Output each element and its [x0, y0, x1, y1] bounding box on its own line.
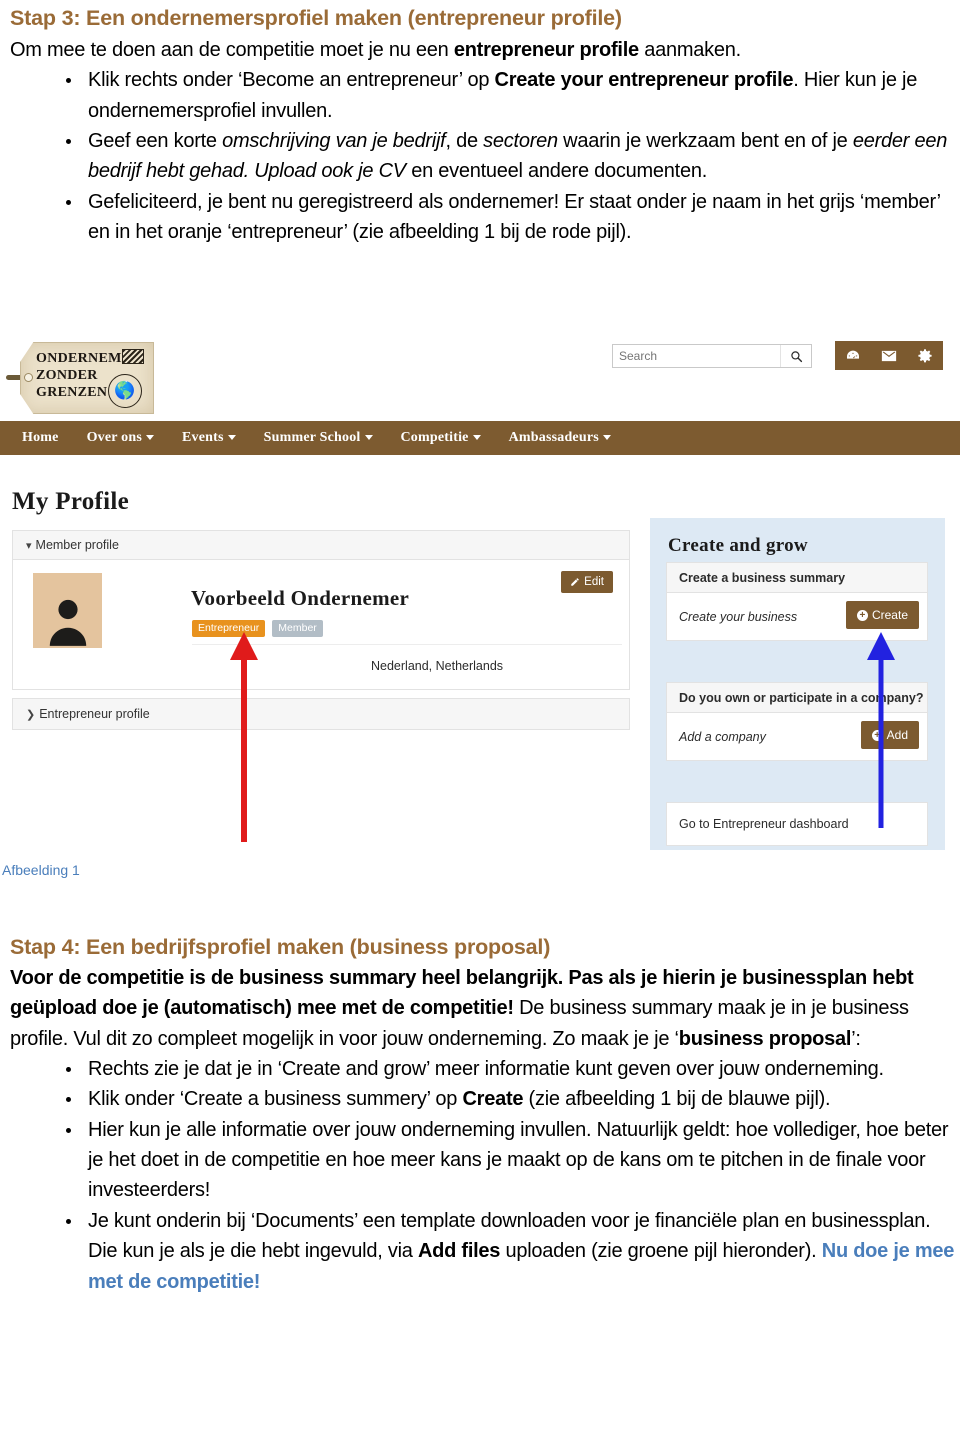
text-run-6: en eventueel andere documenten.: [405, 160, 708, 183]
website-screenshot: ONDERNEMEN ZONDER GRENZEN 🌎 Search Home …: [0, 330, 960, 850]
logo-photo-stamp-icon: [122, 349, 144, 364]
entrepreneur-profile-card[interactable]: ❯ Entrepreneur profile: [12, 698, 630, 730]
header-icon-bar: [835, 341, 943, 370]
text-run-2: , de: [445, 129, 484, 152]
page-title: My Profile: [12, 488, 130, 515]
list-item: Hier kun je alle informatie over jouw on…: [66, 1115, 955, 1206]
entrepreneur-profile-card-header[interactable]: ❯ Entrepreneur profile: [13, 699, 629, 729]
step3-heading: Stap 3: Een ondernemersprofiel maken (en…: [10, 6, 622, 30]
text-run-2: uploaden (zie groene pijl hieronder).: [500, 1240, 822, 1263]
member-location: Nederland, Netherlands: [371, 659, 504, 673]
chevron-down-icon: [145, 435, 154, 441]
avatar: [33, 573, 102, 648]
envelope-icon[interactable]: [881, 348, 897, 364]
text-run-2: business proposal: [678, 1027, 852, 1050]
step3-bullet-list: Klik rechts onder ‘Become an entrepreneu…: [10, 65, 955, 247]
text-run-0: Gefeliciteerd, je bent nu geregistreerd …: [88, 190, 941, 244]
list-item: Geef een korte omschrijving van je bedri…: [66, 126, 955, 187]
step3-intro-c: aanmaken.: [638, 38, 741, 61]
pencil-icon: [571, 578, 579, 586]
member-profile-card: ▾ Member profile Voorbeeld Ondernemer En…: [12, 530, 630, 690]
nav-item-home[interactable]: Home: [22, 430, 59, 446]
blue-arrow: [867, 632, 895, 828]
status-badge-member[interactable]: Member: [272, 620, 323, 637]
create-and-grow-title: Create and grow: [668, 535, 808, 556]
nav-item-summer-school[interactable]: Summer School: [264, 430, 373, 446]
gear-icon[interactable]: [917, 348, 933, 364]
user-silhouette-icon: [49, 599, 86, 646]
chevron-down-icon: [472, 435, 481, 441]
edit-button[interactable]: Edit: [561, 571, 613, 593]
text-run-1: Create your entrepreneur profile: [494, 69, 794, 92]
text-run-4: waarin je werkzaam bent en of je: [557, 129, 853, 152]
list-item: Rechts zie je dat je in ‘Create and grow…: [66, 1054, 955, 1084]
nav-item-over-ons[interactable]: Over ons: [87, 430, 154, 446]
chevron-down-icon: [602, 435, 611, 441]
globe-stamp-icon: 🌎: [108, 374, 142, 408]
nav-item-ambassadeurs[interactable]: Ambassadeurs: [509, 430, 611, 446]
list-item: Gefeliciteerd, je bent nu geregistreerd …: [66, 187, 955, 248]
chevron-down-icon: [227, 435, 236, 441]
dashboard-icon[interactable]: [845, 348, 861, 364]
site-logo[interactable]: ONDERNEMEN ZONDER GRENZEN 🌎: [6, 342, 154, 414]
figure-caption: Afbeelding 1: [2, 862, 80, 878]
step3-intro-bold: entrepreneur profile: [453, 38, 639, 61]
list-item: Klik onder ‘Create a business summery’ o…: [66, 1084, 955, 1114]
text-run-3: ’:: [851, 1027, 861, 1050]
search-input[interactable]: [613, 345, 781, 367]
step4-heading: Stap 4: Een bedrijfsprofiel maken (busin…: [10, 935, 551, 959]
chevron-down-icon: ▾: [26, 539, 32, 552]
text-run-1: omschrijving van je bedrijf: [222, 129, 446, 152]
text-run-0: Geef een korte: [88, 129, 223, 152]
member-profile-header-label: Member profile: [35, 538, 119, 552]
nav-item-label: Ambassadeurs: [508, 430, 599, 445]
search-button[interactable]: [780, 345, 811, 367]
red-arrow: [230, 632, 258, 842]
create-button[interactable]: + Create: [845, 601, 919, 629]
chevron-right-icon: ❯: [26, 708, 36, 721]
step4-intro: Voor de competitie is de business summar…: [10, 963, 955, 1054]
nav-item-label: Events: [181, 430, 224, 445]
step3-intro-a: Om mee te doen aan de competitie moet je…: [10, 38, 454, 61]
list-item: Je kunt onderin bij ‘Documents’ een temp…: [66, 1206, 955, 1297]
search-box[interactable]: [612, 344, 812, 368]
member-name: Voorbeeld Ondernemer: [191, 586, 410, 610]
plus-icon: +: [856, 609, 868, 621]
search-icon: [790, 350, 802, 362]
create-business-summary-header: Create a business summary: [667, 563, 927, 593]
nav-item-events[interactable]: Events: [182, 430, 236, 446]
document-page: Stap 3: Een ondernemersprofiel maken (en…: [0, 0, 960, 1444]
nav-item-label: Summer School: [263, 430, 361, 445]
logo-hole: [24, 373, 33, 382]
entrepreneur-profile-header-label: Entrepreneur profile: [39, 707, 150, 721]
text-run-1: Create: [462, 1088, 524, 1111]
text-run-0: Hier kun je alle informatie over jouw on…: [88, 1118, 949, 1202]
text-run-2: (zie afbeelding 1 bij de blauwe pijl).: [523, 1088, 831, 1111]
text-run-0: Rechts zie je dat je in ‘Create and grow…: [88, 1057, 884, 1080]
main-navigation: Home Over ons Events Summer School Competiti…: [0, 421, 960, 455]
text-run-1: Add files: [417, 1240, 501, 1263]
text-run-0: Klik onder ‘Create a business summery’ o…: [88, 1088, 463, 1111]
step4-section: Stap 4: Een bedrijfsprofiel maken (busin…: [10, 935, 955, 1297]
chevron-down-icon: [364, 435, 373, 441]
step4-bullet-list: Rechts zie je dat je in ‘Create and grow…: [10, 1054, 955, 1297]
nav-item-competitie[interactable]: Competitie: [401, 430, 481, 446]
create-button-label: Create: [871, 608, 908, 622]
nav-item-label: Competitie: [400, 430, 469, 445]
create-your-business-label: Create your business: [679, 609, 798, 624]
nav-item-label: Home: [22, 430, 59, 445]
step3-intro: Om mee te doen aan de competitie moet je…: [10, 35, 955, 65]
add-a-company-label: Add a company: [679, 729, 766, 744]
member-profile-card-header[interactable]: ▾ Member profile: [13, 531, 629, 560]
edit-button-label: Edit: [584, 576, 604, 588]
text-run-3: sectoren: [483, 129, 558, 152]
nav-item-label: Over ons: [86, 430, 142, 445]
step3-section: Stap 3: Een ondernemersprofiel maken (en…: [10, 6, 955, 247]
text-run-0: Klik rechts onder ‘Become an entrepreneu…: [88, 69, 495, 92]
list-item: Klik rechts onder ‘Become an entrepreneu…: [66, 65, 955, 126]
